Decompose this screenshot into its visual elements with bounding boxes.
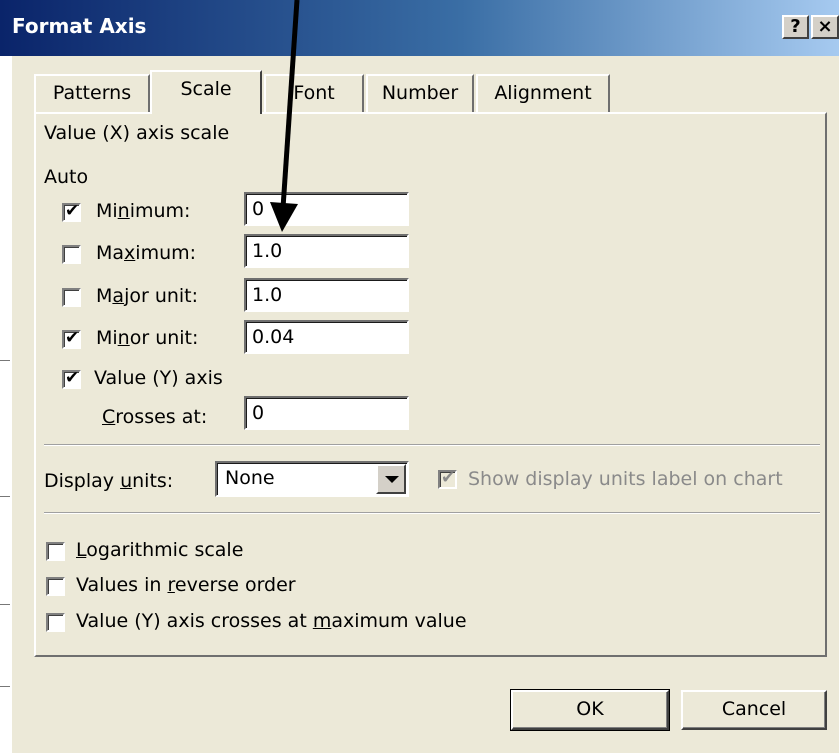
annotation-arrow-icon <box>270 0 300 232</box>
format-axis-dialog: Format Axis ? × Patterns Scale Font Numb… <box>0 0 839 753</box>
